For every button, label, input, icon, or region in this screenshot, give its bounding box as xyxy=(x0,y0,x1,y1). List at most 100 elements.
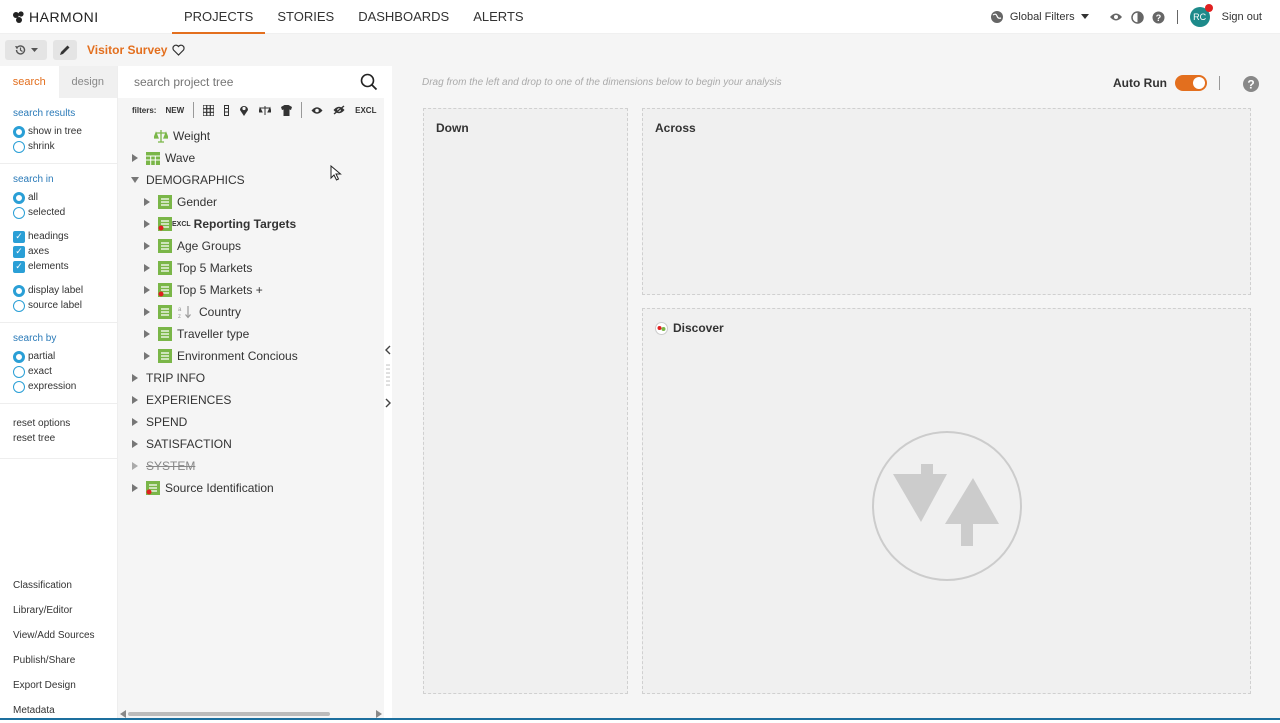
tree-item-reporting-targets[interactable]: EXCL Reporting Targets xyxy=(142,214,296,234)
radio-expression[interactable]: expression xyxy=(13,379,117,394)
link-library-editor[interactable]: Library/Editor xyxy=(13,598,117,623)
caret-right-icon[interactable] xyxy=(142,198,152,206)
caret-right-icon[interactable] xyxy=(130,418,140,426)
filter-shirt-button[interactable] xyxy=(281,104,293,116)
eye-icon[interactable] xyxy=(1109,12,1123,22)
discover-drop-zone[interactable]: Discover xyxy=(642,308,1251,694)
filter-visible-button[interactable] xyxy=(311,106,323,115)
expand-right-icon[interactable] xyxy=(385,398,391,408)
tree-item-source-identification[interactable]: Source Identification xyxy=(130,478,274,498)
filter-grid-button[interactable] xyxy=(203,104,215,116)
nav-alerts[interactable]: ALERTS xyxy=(461,0,535,34)
checkbox-elements[interactable]: ✓ elements xyxy=(13,259,117,274)
tab-search[interactable]: search xyxy=(0,66,59,98)
down-drop-zone[interactable]: Down xyxy=(423,108,628,694)
filter-location-button[interactable] xyxy=(239,104,249,116)
heart-icon[interactable] xyxy=(172,44,186,56)
nav-stories[interactable]: STORIES xyxy=(265,0,346,34)
filter-column-button[interactable] xyxy=(224,104,230,116)
filter-hidden-button[interactable] xyxy=(333,105,345,115)
radio-partial[interactable]: partial xyxy=(13,349,117,364)
caret-right-icon[interactable] xyxy=(130,462,140,470)
tree-item-top-5-markets[interactable]: Top 5 Markets xyxy=(142,258,252,278)
caret-right-icon[interactable] xyxy=(142,352,152,360)
help-icon[interactable]: ? xyxy=(1242,75,1260,93)
radio-source-label[interactable]: source label xyxy=(13,298,117,313)
avatar[interactable]: RC xyxy=(1189,4,1213,27)
tree-item-traveller-type[interactable]: Traveller type xyxy=(142,324,249,344)
tree-item-country[interactable]: az Country xyxy=(142,302,241,322)
radio-shrink[interactable]: shrink xyxy=(13,139,117,154)
radio-display-label[interactable]: display label xyxy=(13,283,117,298)
checkbox-axes[interactable]: ✓ axes xyxy=(13,244,117,259)
caret-right-icon[interactable] xyxy=(142,264,152,272)
link-classification[interactable]: Classification xyxy=(13,573,117,598)
search-input[interactable] xyxy=(134,75,354,89)
global-filters-dropdown[interactable]: Global Filters xyxy=(990,10,1089,24)
tree-folder-satisfaction[interactable]: SATISFACTION xyxy=(130,434,232,454)
tree-item-label: Traveller type xyxy=(177,327,250,341)
reset-options-link[interactable]: reset options xyxy=(13,416,117,431)
calendar-grid-icon xyxy=(146,152,160,165)
scroll-right-icon[interactable] xyxy=(376,710,382,718)
horizontal-scrollbar[interactable] xyxy=(120,710,382,718)
link-export-design[interactable]: Export Design xyxy=(13,673,117,698)
tree-item-weight[interactable]: Weight xyxy=(148,126,210,146)
checkbox-headings[interactable]: ✓ headings xyxy=(13,229,117,244)
tree-folder-demographics[interactable]: DEMOGRAPHICS xyxy=(130,170,245,190)
harmoni-logo[interactable]: HARMONI xyxy=(12,9,99,25)
drag-handle-icon[interactable] xyxy=(386,363,390,391)
eye-icon xyxy=(311,106,323,114)
radio-show-in-tree[interactable]: show in tree xyxy=(13,124,117,139)
collapse-left-icon[interactable] xyxy=(385,345,391,355)
caret-right-icon[interactable] xyxy=(142,242,152,250)
history-button[interactable] xyxy=(5,40,47,60)
scroll-left-icon[interactable] xyxy=(120,710,126,718)
tree-folder-system[interactable]: SYSTEM xyxy=(130,456,195,476)
caret-right-icon[interactable] xyxy=(130,484,140,492)
scrollbar-thumb[interactable] xyxy=(128,712,330,716)
caret-right-icon[interactable] xyxy=(142,308,152,316)
tree-item-wave[interactable]: Wave xyxy=(130,148,195,168)
filter-scale-button[interactable] xyxy=(259,105,272,116)
tree-item-environment-concious[interactable]: Environment Concious xyxy=(142,346,298,366)
caret-right-icon[interactable] xyxy=(142,286,152,294)
filter-excl-button[interactable]: EXCL xyxy=(355,106,376,115)
link-publish-share[interactable]: Publish/Share xyxy=(13,648,117,673)
tree-item-age-groups[interactable]: Age Groups xyxy=(142,236,241,256)
option-label: partial xyxy=(28,351,56,362)
link-view-add-sources[interactable]: View/Add Sources xyxy=(13,623,117,648)
caret-right-icon[interactable] xyxy=(130,440,140,448)
across-drop-zone[interactable]: Across xyxy=(642,108,1251,295)
tree-item-gender[interactable]: Gender xyxy=(142,192,217,212)
edit-button[interactable] xyxy=(53,40,77,60)
caret-down-icon[interactable] xyxy=(130,177,140,183)
caret-right-icon[interactable] xyxy=(130,396,140,404)
tree-folder-spend[interactable]: SPEND xyxy=(130,412,187,432)
tree-folder-experiences[interactable]: EXPERIENCES xyxy=(130,390,231,410)
radio-selected[interactable]: selected xyxy=(13,205,117,220)
filter-new-button[interactable]: NEW xyxy=(165,106,184,115)
radio-all[interactable]: all xyxy=(13,190,117,205)
nav-dashboards[interactable]: DASHBOARDS xyxy=(346,0,461,34)
weight-scale-icon xyxy=(154,130,168,143)
tree-item-top-5-markets-plus[interactable]: Top 5 Markets + xyxy=(142,280,263,300)
history-icon xyxy=(15,45,26,55)
option-label: axes xyxy=(28,246,50,257)
caret-right-icon[interactable] xyxy=(142,330,152,338)
auto-run-toggle[interactable] xyxy=(1175,75,1207,91)
panel-splitter[interactable] xyxy=(384,66,392,720)
radio-exact[interactable]: exact xyxy=(13,364,117,379)
nav-projects[interactable]: PROJECTS xyxy=(172,0,266,34)
search-icon[interactable] xyxy=(360,73,378,91)
help-icon[interactable]: ? xyxy=(1152,11,1165,24)
contrast-icon[interactable] xyxy=(1130,10,1144,24)
svg-text:?: ? xyxy=(1247,78,1254,92)
sign-out-link[interactable]: Sign out xyxy=(1222,11,1262,23)
caret-right-icon[interactable] xyxy=(142,220,152,228)
reset-tree-link[interactable]: reset tree xyxy=(13,431,117,446)
caret-right-icon[interactable] xyxy=(130,374,140,382)
tab-design[interactable]: design xyxy=(58,66,117,98)
caret-right-icon[interactable] xyxy=(130,154,140,162)
tree-folder-trip-info[interactable]: TRIP INFO xyxy=(130,368,205,388)
